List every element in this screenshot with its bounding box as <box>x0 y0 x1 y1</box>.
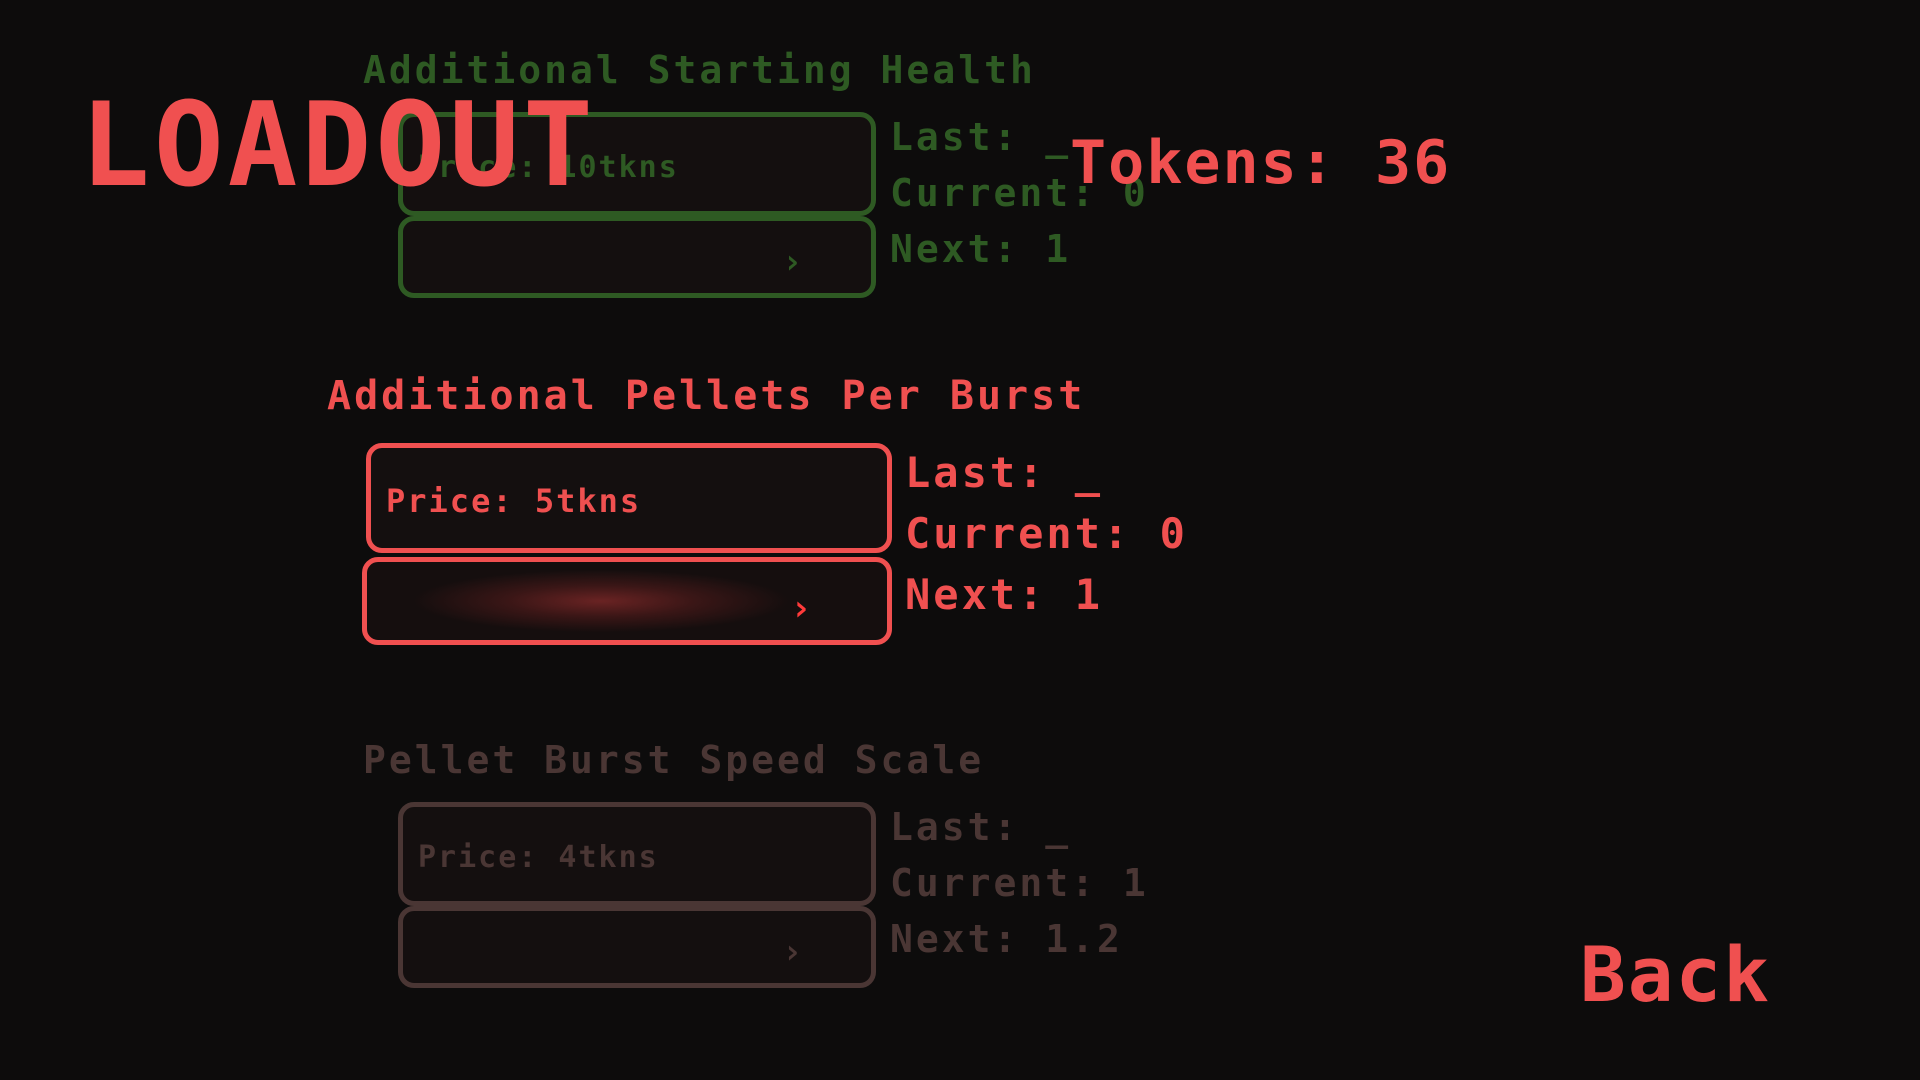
upgrade-title: Additional Pellets Per Burst <box>327 373 1086 419</box>
stat-current: Current: 1 <box>890 861 1149 905</box>
page-title: LOADOUT <box>80 78 597 213</box>
chevron-right-icon: › <box>782 242 803 282</box>
loadout-screen: Additional Starting Health Price: 10tkns… <box>0 0 1920 1080</box>
chevron-right-icon: › <box>782 932 803 972</box>
upgrade-button[interactable] <box>398 216 876 298</box>
stat-next: Next: 1.2 <box>890 917 1123 961</box>
upgrade-button[interactable] <box>362 557 892 645</box>
tokens-counter: Tokens: 36 <box>1070 128 1452 198</box>
stat-last: Last: _ <box>905 448 1104 497</box>
stat-last: Last: _ <box>890 805 1072 849</box>
stat-last: Last: _ <box>890 115 1072 159</box>
back-button[interactable]: Back <box>1580 930 1771 1019</box>
upgrade-title: Pellet Burst Speed Scale <box>363 738 985 782</box>
chevron-right-icon: › <box>790 588 812 629</box>
price-label: Price: 4tkns <box>418 840 659 875</box>
stat-next: Next: 1 <box>890 227 1072 271</box>
upgrade-button[interactable] <box>398 906 876 988</box>
stat-current: Current: 0 <box>905 509 1188 558</box>
price-label: Price: 5tkns <box>386 482 642 520</box>
stat-next: Next: 1 <box>905 570 1104 619</box>
